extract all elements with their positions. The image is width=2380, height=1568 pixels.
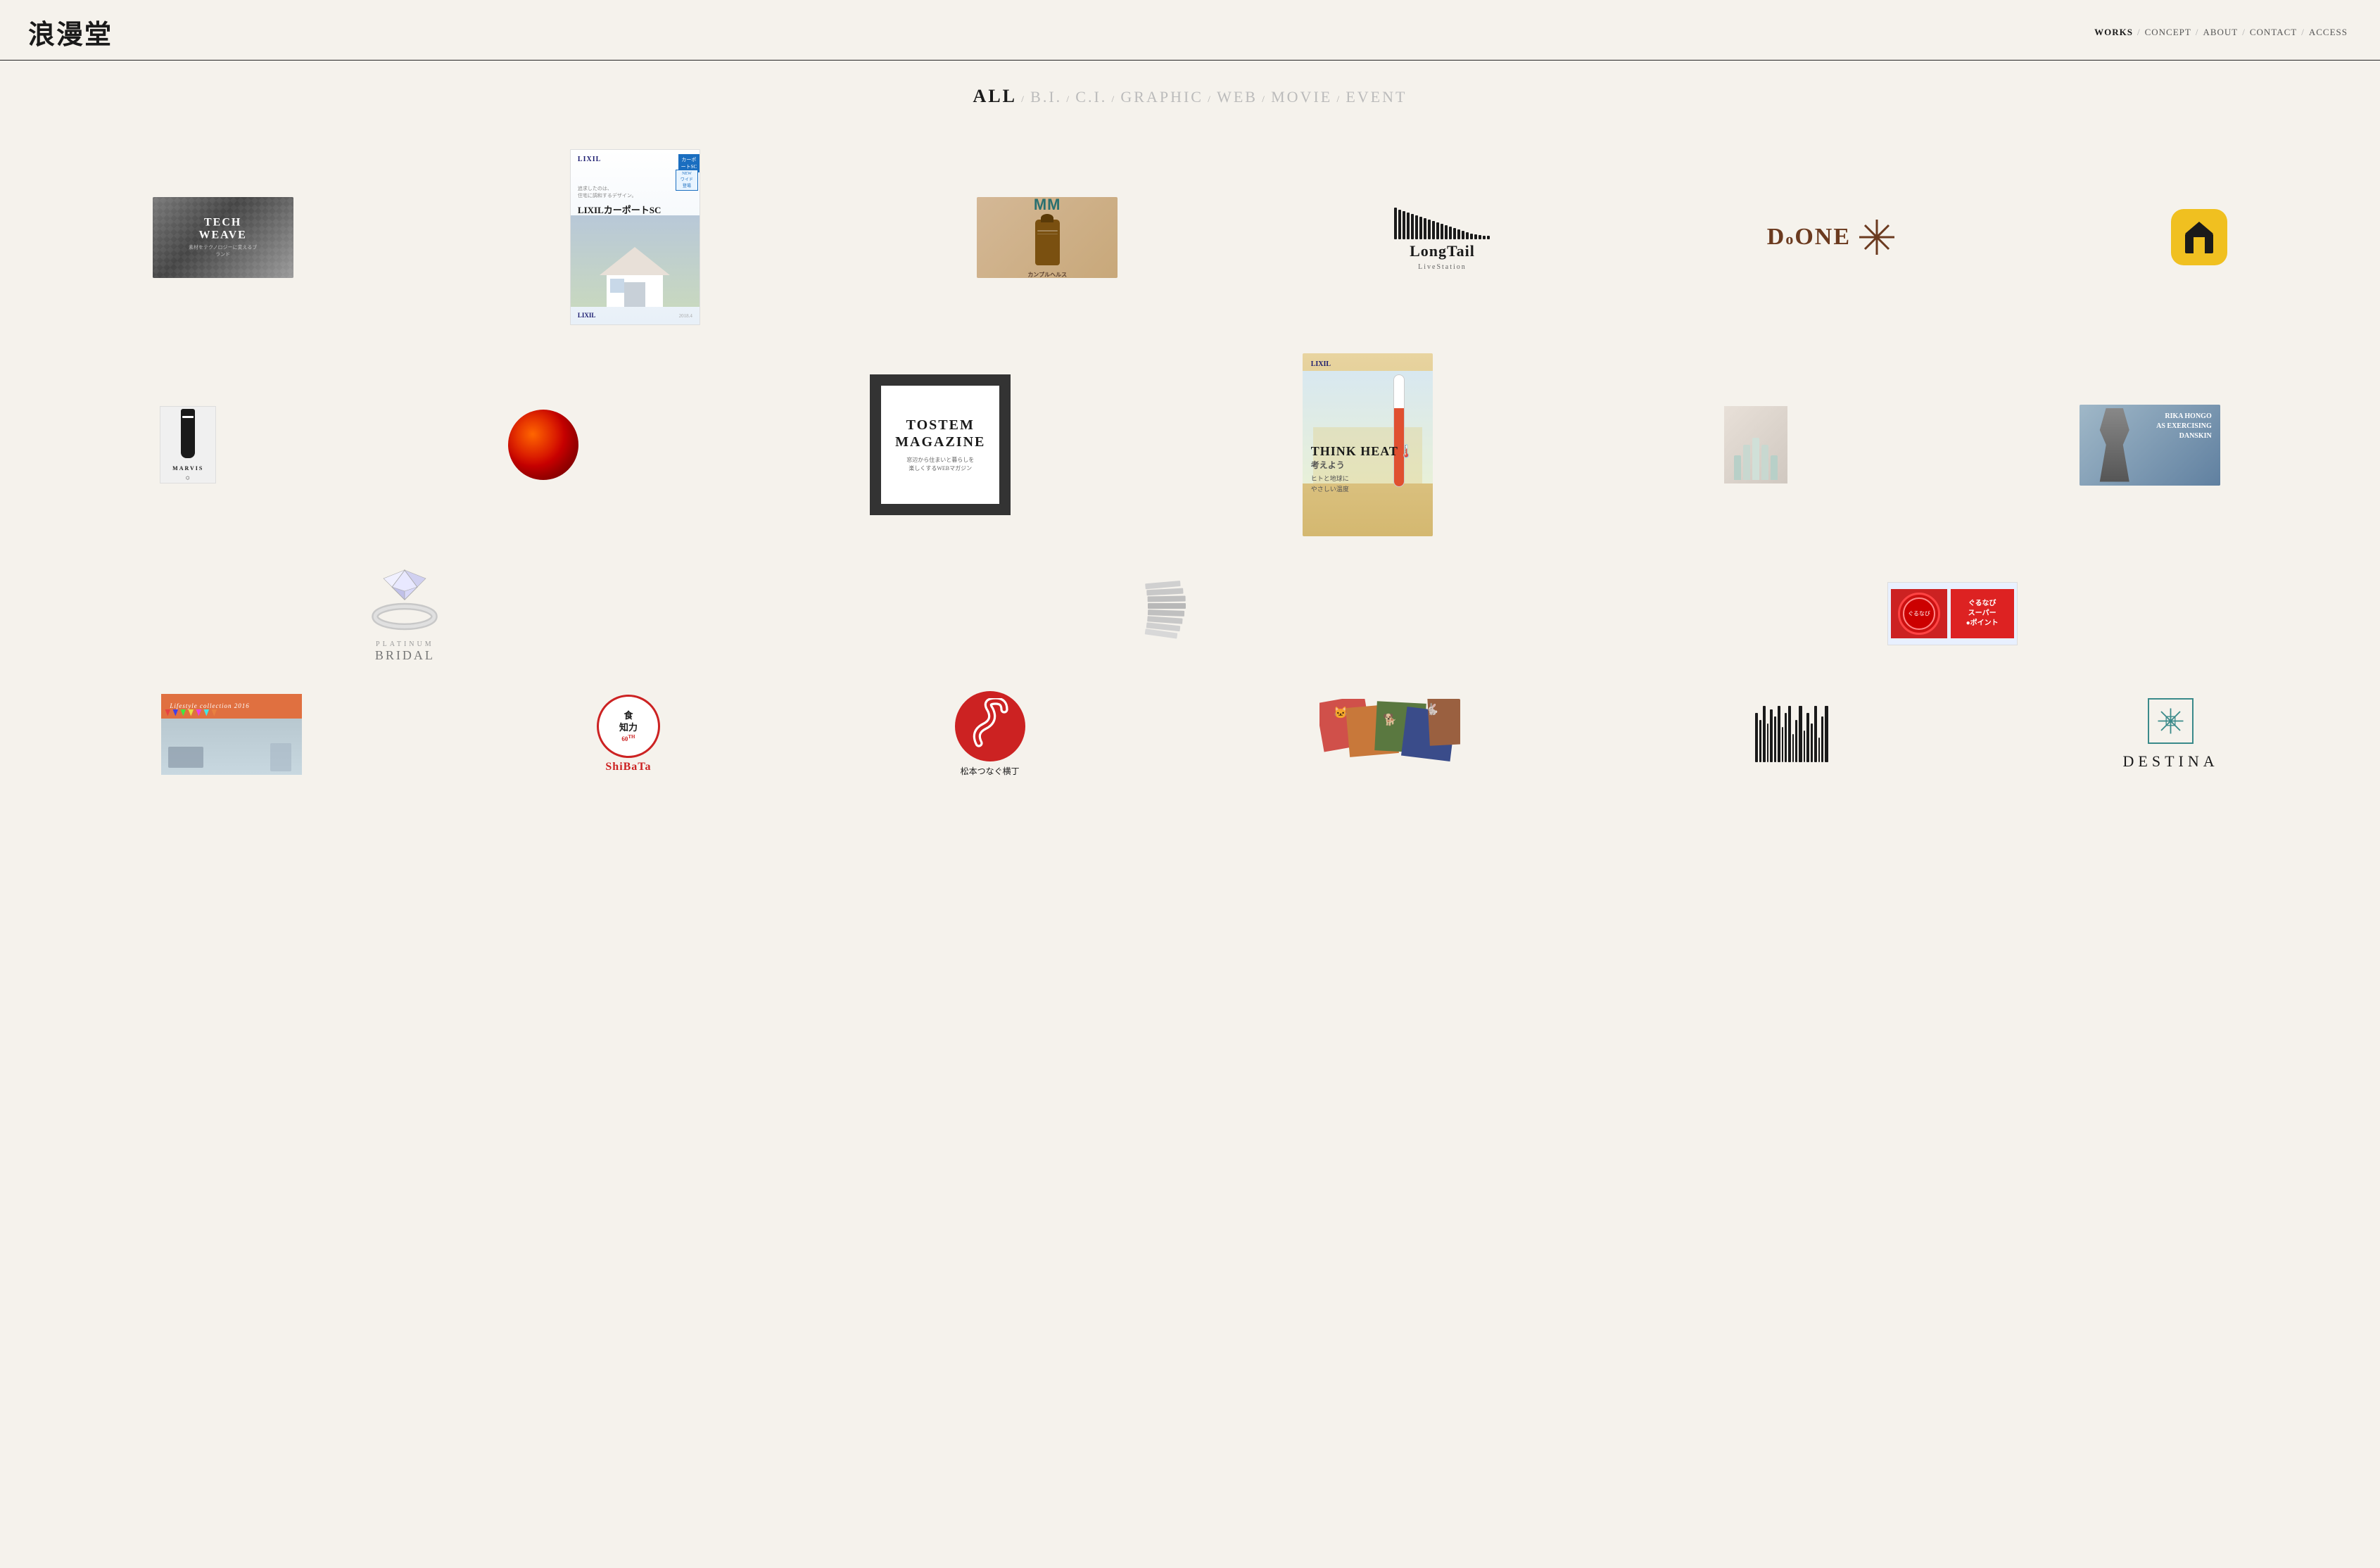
main-nav: WORKS / CONCEPT / ABOUT / CONTACT / ACCE… [2090, 27, 2352, 38]
lixil-sub: 追求したのは、住宅に調和するデザイン。 [578, 185, 637, 199]
filter-all[interactable]: ALL [973, 86, 1017, 106]
longtail-title: LongTail [1410, 242, 1475, 260]
shibata-name: ShiBaTa [605, 761, 651, 773]
work-app-icon[interactable] [2171, 209, 2227, 265]
filter-graphic[interactable]: GRAPHIC [1120, 88, 1203, 106]
tostem-title: TOSTEMMAGAZINE [895, 417, 985, 450]
work-color-circle[interactable] [508, 410, 578, 480]
gurunavi-left [1891, 589, 1947, 638]
works-grid: TECH WEAVE 素材をテクノロジーに変えるブランド LIXIL カーポート… [0, 121, 2380, 819]
work-matsumoto[interactable]: 松本つなぐ横丁 [955, 691, 1025, 777]
think-heat-sub: ヒトと地球にやさしい温度 [1311, 474, 1415, 494]
work-danskin[interactable]: RIKA HONGOAS EXERCISINGDANSKIN [2080, 405, 2220, 486]
tech-weave-sub: 素材をテクノロジーに変えるブランド [188, 244, 258, 258]
work-supplement[interactable]: MM カンプルヘルス [977, 197, 1118, 278]
lixil-footer: LIXIL [578, 312, 596, 319]
nav-about[interactable]: ABOUT [2198, 27, 2242, 38]
filter-event[interactable]: EVENT [1346, 88, 1407, 106]
tostem-sub: 窓辺から住まいと暮らしを楽しくするWEBマガジン [906, 456, 974, 473]
filter-ci[interactable]: C.I. [1075, 88, 1107, 106]
work-lixil-catalog[interactable]: LIXIL カーポートSC NEWワイド登場 追求したのは、住宅に調和するデザイ… [570, 149, 700, 325]
filter-bi[interactable]: B.I. [1030, 88, 1062, 106]
danskin-label: RIKA HONGOAS EXERCISINGDANSKIN [2156, 412, 2212, 441]
header: 浪漫堂 WORKS / CONCEPT / ABOUT / CONTACT / … [0, 0, 2380, 61]
work-book-stack[interactable] [1144, 578, 1190, 649]
book-stack-graphic [1144, 578, 1190, 649]
filter-bar: ALL / B.I. / C.I. / GRAPHIC / WEB / MOVI… [0, 61, 2380, 121]
work-destina[interactable]: DESTINA [2123, 698, 2219, 771]
platinum-label: PLATINUM [375, 640, 435, 648]
nav-contact[interactable]: CONTACT [2246, 27, 2301, 38]
lixil-title: LIXILカーポートSC [578, 203, 661, 216]
work-lifestyle[interactable]: Lifestyle collection 2016 [161, 694, 302, 775]
filter-web[interactable]: WEB [1217, 88, 1258, 106]
work-map-swatches[interactable]: 🐱 🐕 🐇 [1319, 699, 1460, 769]
nav-concept[interactable]: CONCEPT [2141, 27, 2196, 38]
work-lixil-heat[interactable]: LIXIL THINK HEAT🌡️ 考えよう ヒトと地球にやさしい温度 [1303, 353, 1433, 536]
map-swatches-graphic: 🐱 🐕 🐇 [1319, 699, 1460, 769]
lifestyle-title: Lifestyle collection 2016 [170, 702, 249, 709]
work-tech-weave[interactable]: TECH WEAVE 素材をテクノロジーに変えるブランド [153, 197, 293, 278]
supplement-name: カンプルヘルス [1027, 271, 1067, 278]
work-longtail[interactable]: LongTail LiveStation [1394, 204, 1490, 271]
grid-row-1: TECH WEAVE 素材をテクノロジーに変えるブランド LIXIL カーポート… [21, 135, 2359, 339]
matsumoto-label: 松本つなぐ横丁 [961, 765, 1020, 777]
doone-cross-icon [1859, 220, 1894, 255]
matsumoto-circle-graphic [955, 691, 1025, 761]
marvis-sub: ⬡ [186, 476, 190, 481]
longtail-subtitle: LiveStation [1418, 263, 1467, 271]
platinum-ring-graphic [362, 564, 447, 635]
grid-row-4: Lifestyle collection 2016 [21, 677, 2359, 791]
gurunavi-right: ぐるなびスーパー●ポイント [1951, 589, 2014, 638]
longtail-wave-graphic [1394, 204, 1490, 239]
destina-icon-graphic [2148, 698, 2194, 744]
skincare-graphic [1724, 406, 1787, 483]
work-platinum-bridal[interactable]: PLATINUM BRIDAL [362, 564, 447, 663]
work-shibata[interactable]: 食知力 60TH ShiBaTa [597, 695, 660, 773]
bridal-label: BRIDAL [375, 648, 435, 663]
color-circle-graphic [508, 410, 578, 480]
think-heat-title: THINK HEAT🌡️ [1311, 444, 1415, 459]
site-logo[interactable]: 浪漫堂 [28, 13, 113, 51]
shibata-circle-graphic: 食知力 60TH [597, 695, 660, 758]
tech-weave-title: TECH WEAVE [188, 217, 258, 242]
supplement-logo: MM [1034, 197, 1061, 215]
work-gurunavi[interactable]: ぐるなびスーパー●ポイント [1887, 582, 2018, 645]
lixil-brand: LIXIL [578, 156, 601, 163]
think-heat-japanese: 考えよう [1311, 459, 1415, 471]
doone-text: DoONE [1767, 224, 1851, 251]
lixil-badge: NEWワイド登場 [676, 170, 698, 191]
destina-text: DESTINA [2123, 752, 2219, 771]
work-doone[interactable]: DoONE [1767, 220, 1894, 255]
filter-movie[interactable]: MOVIE [1271, 88, 1332, 106]
nav-access[interactable]: ACCESS [2305, 27, 2352, 38]
barcode-logo-graphic [1755, 706, 1828, 762]
lixil-heat-brand: LIXIL [1311, 360, 1331, 368]
work-skincare[interactable] [1724, 406, 1787, 483]
nav-works[interactable]: WORKS [2090, 27, 2137, 38]
work-tostem[interactable]: TOSTEMMAGAZINE 窓辺から住まいと暮らしを楽しくするWEBマガジン [870, 374, 1011, 515]
grid-row-3: PLATINUM BRIDAL [21, 550, 2359, 677]
lixil-year: 2018.4 [679, 313, 692, 319]
marvis-label: MARVIS [172, 465, 203, 472]
app-icon-graphic [2171, 209, 2227, 265]
work-barcode-logo[interactable] [1755, 706, 1828, 762]
work-marvis[interactable]: MARVIS ⬡ [160, 406, 216, 483]
grid-row-2: MARVIS ⬡ TOSTEMMAGAZINE 窓辺から住まいと暮らしを楽しくす… [21, 339, 2359, 550]
